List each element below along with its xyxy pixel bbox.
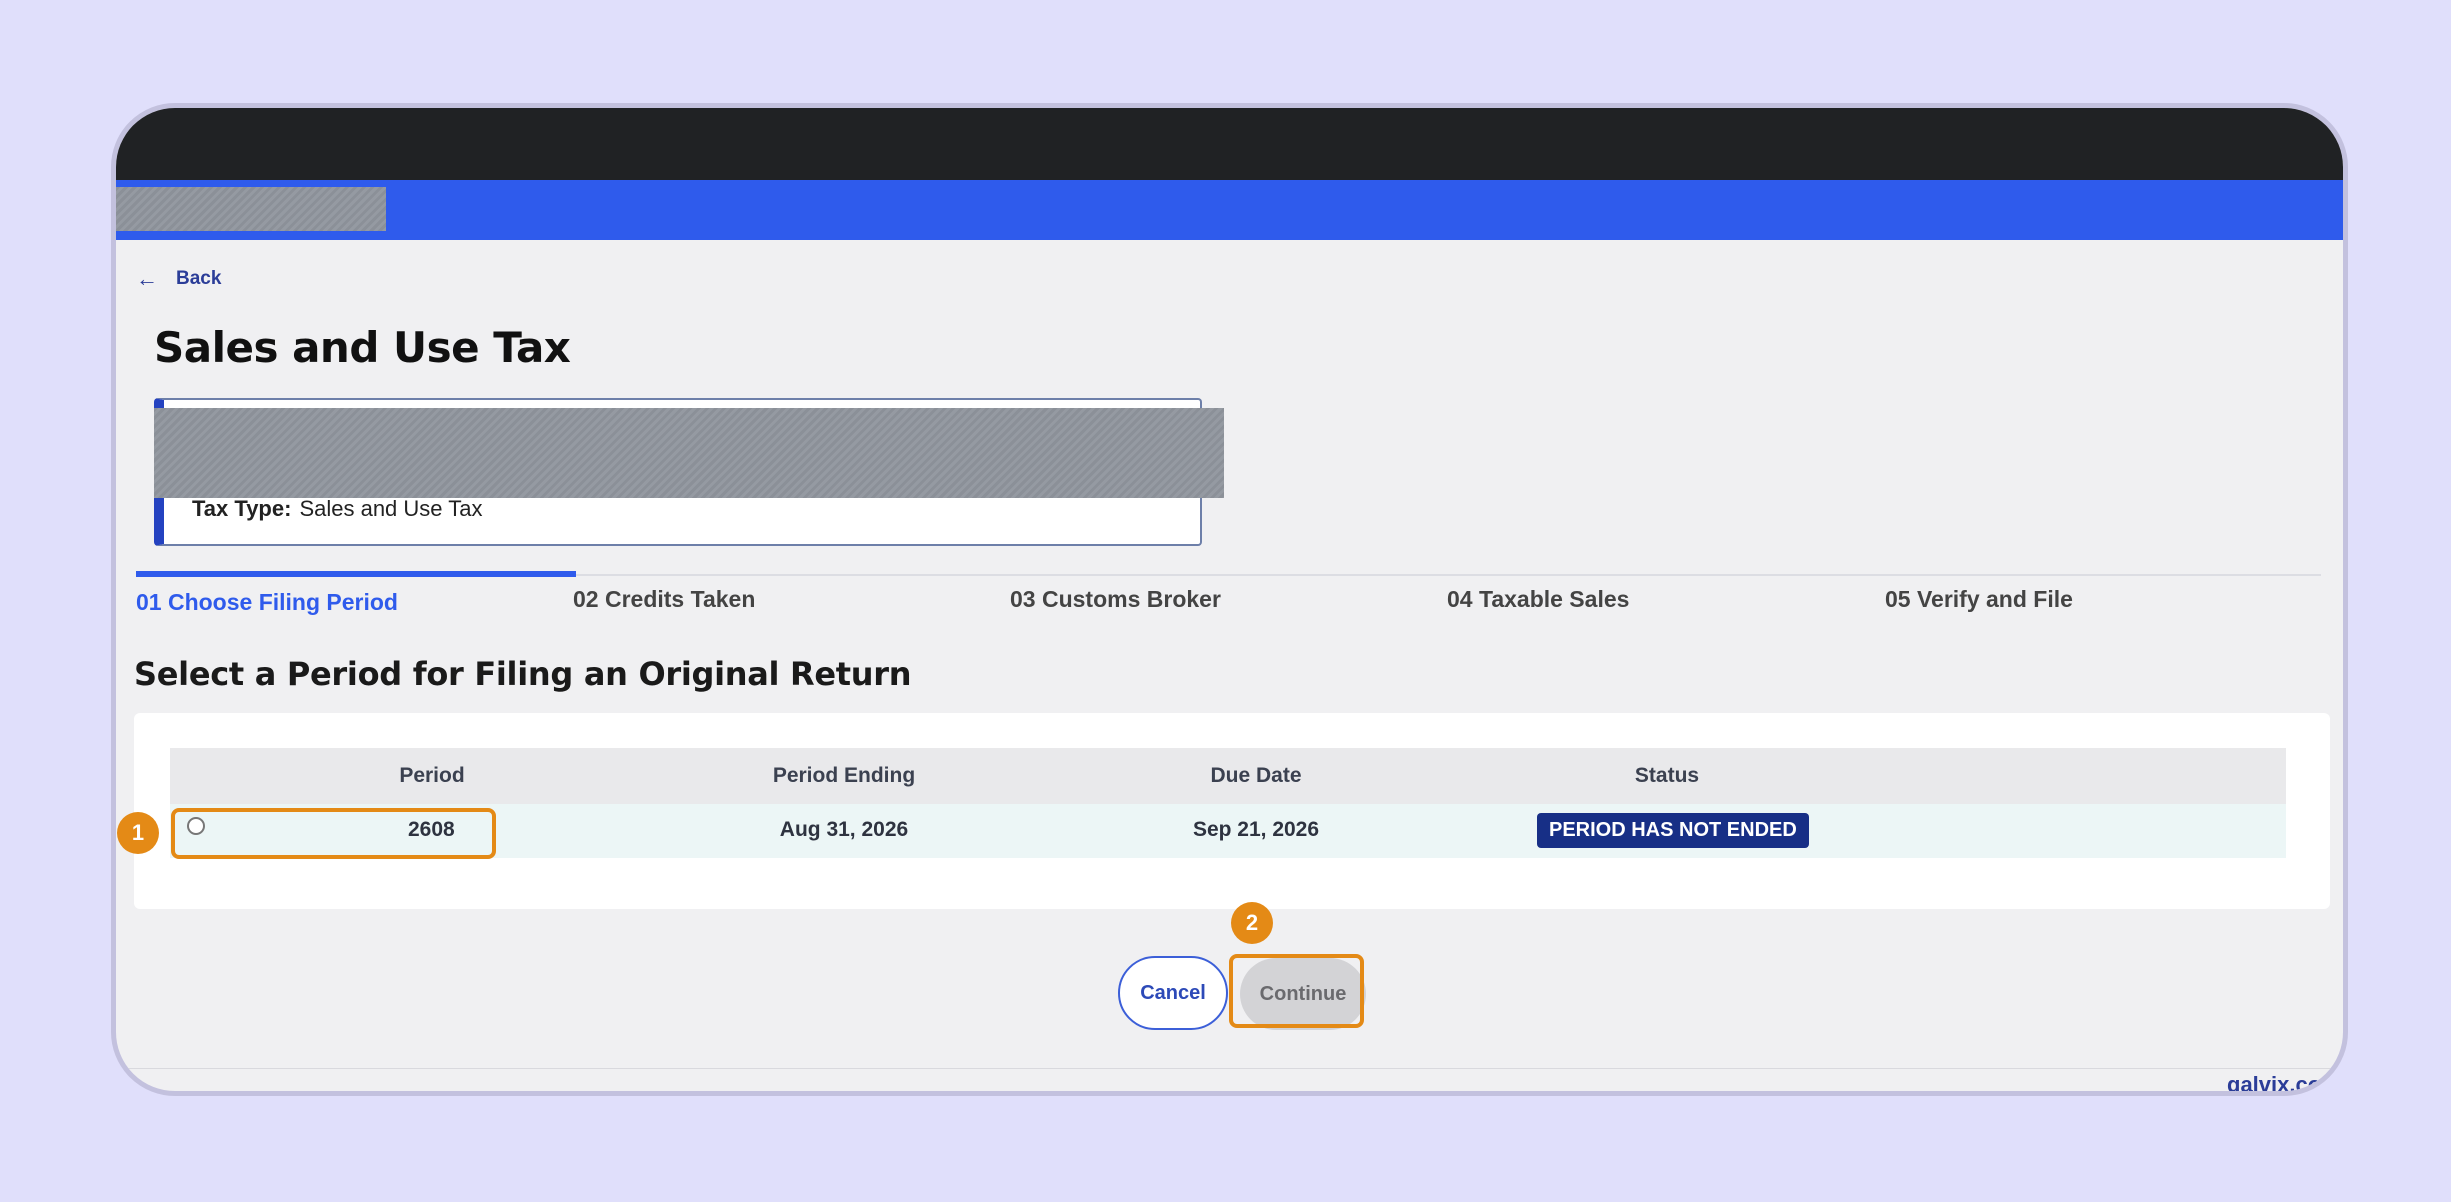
header-period-ending: Period Ending — [772, 764, 916, 787]
table-row[interactable]: 2608 Aug 31, 2026 Sep 21, 2026 PERIOD HA… — [170, 804, 2286, 858]
header-period: Period — [399, 764, 465, 787]
page-title: Sales and Use Tax — [154, 323, 571, 372]
step-taxable-sales[interactable]: 04 Taxable Sales — [1447, 586, 1629, 613]
header-status: Status — [1634, 764, 1700, 787]
step-choose-filing-period[interactable]: 01 Choose Filing Period — [136, 589, 398, 616]
back-link[interactable]: ← Back — [136, 266, 221, 292]
header-bar — [116, 180, 2343, 240]
stepper: 01 Choose Filing Period 02 Credits Taken… — [136, 571, 2321, 624]
brand-watermark: galvix.co — [2227, 1072, 2322, 1096]
tax-type-label: Tax Type: — [192, 496, 292, 521]
due-date-cell: Sep 21, 2026 — [1192, 818, 1320, 841]
top-bar — [116, 108, 2343, 180]
period-cell: 2608 — [408, 818, 455, 841]
step-marker-1: 1 — [117, 812, 159, 854]
section-title: Select a Period for Filing an Original R… — [134, 655, 912, 693]
status-badge: PERIOD HAS NOT ENDED — [1537, 813, 1809, 848]
arrow-left-icon: ← — [136, 266, 158, 291]
periods-table: Period Period Ending Due Date Status 260… — [134, 713, 2330, 909]
tax-type-row: Tax Type: Sales and Use Tax — [192, 496, 482, 522]
period-radio[interactable] — [187, 817, 205, 835]
redacted-logo — [116, 187, 386, 231]
tax-type-value: Sales and Use Tax — [299, 496, 483, 521]
browser-frame: ← Back Sales and Use Tax Tax Type: Sales … — [111, 103, 2348, 1096]
step-credits-taken[interactable]: 02 Credits Taken — [573, 586, 755, 613]
table-header: Period Period Ending Due Date Status — [170, 748, 2286, 804]
cancel-button[interactable]: Cancel — [1118, 956, 1228, 1030]
step-customs-broker[interactable]: 03 Customs Broker — [1010, 586, 1221, 613]
period-ending-cell: Aug 31, 2026 — [779, 818, 909, 841]
step-verify-and-file[interactable]: 05 Verify and File — [1885, 586, 2073, 613]
continue-button[interactable]: Continue — [1240, 958, 1366, 1030]
footer-divider — [116, 1068, 2343, 1069]
step-marker-2: 2 — [1231, 902, 1273, 944]
redacted-account-info — [154, 408, 1224, 498]
back-label: Back — [176, 268, 222, 289]
active-step-indicator — [136, 571, 576, 577]
header-due-date: Due Date — [1210, 764, 1302, 787]
